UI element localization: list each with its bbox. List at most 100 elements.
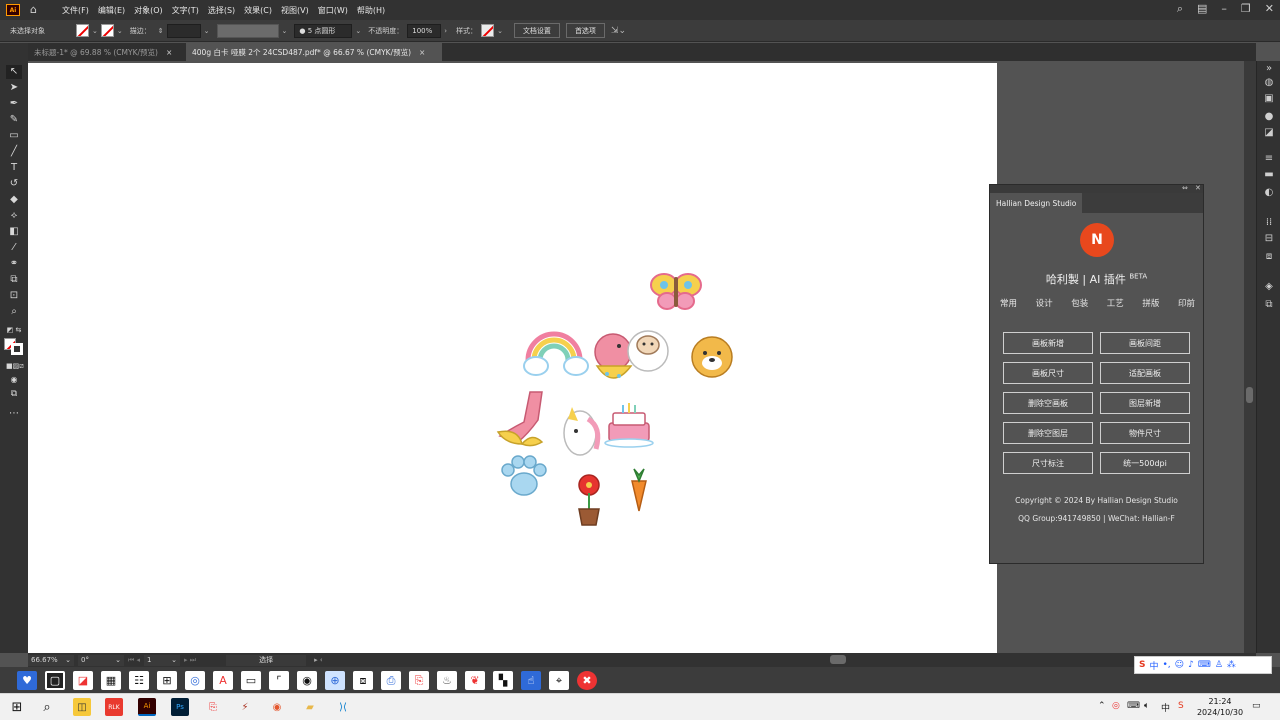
file-explorer-icon[interactable]: ▰ [301,698,319,716]
tab-active-document[interactable]: 400g 白卡 哑膜 2个 24CSD487.pdf* @ 66.67 % (C… [186,43,442,61]
width-tool-icon[interactable]: ⟡ [6,209,22,223]
transform-panel-icon[interactable]: ⧈ [1262,251,1276,263]
panel-header[interactable]: ⇔ ✕ [990,184,1203,193]
zoom-field[interactable]: 66.67% ⌄ [28,654,74,666]
maximize-icon[interactable]: ❐ [1241,2,1251,16]
swatches-icon[interactable]: ◐ [1262,187,1276,199]
shapes-icon[interactable]: ◎ [185,671,205,690]
document-setup-button[interactable]: 文档设置 [513,23,560,38]
chevron-down-icon[interactable]: ⌄ [282,27,288,35]
zoom-tool-icon[interactable]: ⌕ [6,305,22,319]
menu-window[interactable]: 窗口(W) [318,5,348,16]
nav-common[interactable]: 常用 [1000,297,1017,309]
ime-mode-icon[interactable]: 中 [1161,701,1170,714]
artboards-icon[interactable]: ⧉ [1262,299,1276,311]
default-colors-icon[interactable]: ◩ ⇆ [6,323,22,337]
qr-code-icon[interactable]: ▚ [493,671,513,690]
stroke-weight-input[interactable] [166,23,201,38]
pen-tool-icon[interactable]: ✒ [6,97,22,111]
microphone-icon[interactable]: ♪ [1188,660,1194,670]
menu-view[interactable]: 视图(V) [281,5,309,16]
stroke-swatch[interactable] [100,24,114,37]
notification-icon[interactable]: ▭ [1252,701,1261,711]
shape-builder-tool-icon[interactable]: ⧉ [6,273,22,287]
keyboard-icon[interactable]: ⌨ [1198,660,1211,670]
hand-pointer-icon[interactable]: ☝ [521,671,541,690]
rotation-field[interactable]: 0° ⌄ [78,654,124,666]
rectangle-tool-icon[interactable]: ▭ [6,129,22,143]
current-tool-field[interactable]: 选择 [226,654,307,666]
more-tools-icon[interactable]: ⋯ [6,407,22,421]
pdf-icon[interactable]: ⎘ [409,671,429,690]
align-icon[interactable]: ⁞⁞ [1262,217,1276,229]
pathfinder-icon[interactable]: ⊟ [1262,233,1276,245]
home-icon[interactable]: ⌂ [30,4,44,16]
scrollbar-thumb[interactable] [1246,387,1253,403]
gradient-tool-icon[interactable]: ◧ [6,225,22,239]
stroke-indicator[interactable] [11,343,23,355]
nav-design[interactable]: 设计 [1036,297,1053,309]
draw-mode-icon[interactable]: ◉ [6,373,22,387]
add-plus-icon[interactable]: ⊕ [325,671,345,690]
table-icon[interactable]: ⊞ [157,671,177,690]
paintbrush-tool-icon[interactable]: ╱ [6,145,22,159]
first-artboard-icon[interactable]: ⏮ ◂ [128,656,140,665]
brush-definition[interactable]: ● 5 点圆形 [294,23,353,38]
sogou-icon[interactable]: S [1139,660,1145,670]
type-tool-icon[interactable]: T [6,161,22,175]
chrome-taskbar-icon[interactable]: ◉ [268,698,286,716]
eyedropper-tool-icon[interactable]: ⁄ [6,241,22,255]
fit-artboard-button[interactable]: 适配画板 [1100,362,1190,384]
opacity-input[interactable]: 100% [407,23,442,38]
tray-chevron-icon[interactable]: ⌃ [1098,701,1106,711]
artboard[interactable] [28,63,997,653]
rotate-tool-icon[interactable]: ↺ [6,177,22,191]
columns-icon[interactable]: ☷ [129,671,149,690]
tools-grid-icon[interactable]: ⁂ [1227,660,1236,670]
tray-app-icon[interactable]: ◎ [1112,701,1120,711]
print-icon[interactable]: ⎙ [381,671,401,690]
artboard-tool-icon[interactable]: ⊡ [6,289,22,303]
eye-icon[interactable]: ◉ [297,671,317,690]
menu-select[interactable]: 选择(S) [208,5,235,16]
close-window-icon[interactable]: ✕ [1265,2,1274,16]
fill-swatch[interactable] [76,24,89,37]
menu-help[interactable]: 帮助(H) [357,5,385,16]
chevron-down-icon[interactable]: ⌄ [355,27,361,35]
close-icon[interactable]: × [419,48,425,57]
delete-empty-artboards-button[interactable]: 删除空画板 [1003,392,1093,414]
status-arrows-icon[interactable]: ▸ ‹ [314,656,323,664]
illustrator-taskbar-icon[interactable]: Ai [138,698,156,716]
windows-start-icon[interactable]: ⊞ [8,698,26,716]
blend-tool-icon[interactable]: ⚭ [6,257,22,271]
photoshop-taskbar-icon[interactable]: Ps [171,698,189,716]
direct-selection-tool-icon[interactable]: ➤ [6,81,22,95]
graphic-style-swatch[interactable] [481,24,495,37]
layers-icon[interactable]: ◈ [1262,281,1276,293]
screen-mode-icon[interactable]: ⧉ [6,387,22,401]
menu-effect[interactable]: 效果(C) [244,5,272,16]
color-mode-icon[interactable]: ■▨⧄ [6,359,24,373]
menu-object[interactable]: 对象(O) [134,5,163,16]
menu-edit[interactable]: 编辑(E) [98,5,125,16]
artboard-spacing-button[interactable]: 画板间距 [1100,332,1190,354]
text-a-icon[interactable]: A [213,671,233,690]
nav-packaging[interactable]: 包装 [1071,297,1088,309]
dimension-annotation-button[interactable]: 尺寸标注 [1003,452,1093,474]
nav-imposition[interactable]: 拼版 [1142,297,1159,309]
square-frame-icon[interactable]: ▢ [45,671,65,690]
stroke-panel-icon[interactable]: ≡ [1262,153,1276,165]
transparency-icon[interactable]: ◪ [1262,127,1276,139]
object-size-button[interactable]: 物件尺寸 [1100,422,1190,444]
close-icon[interactable]: ✕ [1195,184,1201,192]
grid-pattern-icon[interactable]: ▦ [101,671,121,690]
cancel-icon[interactable]: ✖ [577,671,597,690]
curvature-tool-icon[interactable]: ✎ [6,113,22,127]
delete-empty-layers-button[interactable]: 删除空图层 [1003,422,1093,444]
vscode-taskbar-icon[interactable]: ⟩⟨ [334,698,352,716]
transform-icon[interactable]: ⇲⌄ [611,26,626,36]
volume-icon[interactable]: 🔈︎ [1144,701,1149,711]
frame-icon[interactable]: ▭ [241,671,261,690]
split-icon[interactable]: ⧈ [353,671,373,690]
menu-type[interactable]: 文字(T) [172,5,199,16]
